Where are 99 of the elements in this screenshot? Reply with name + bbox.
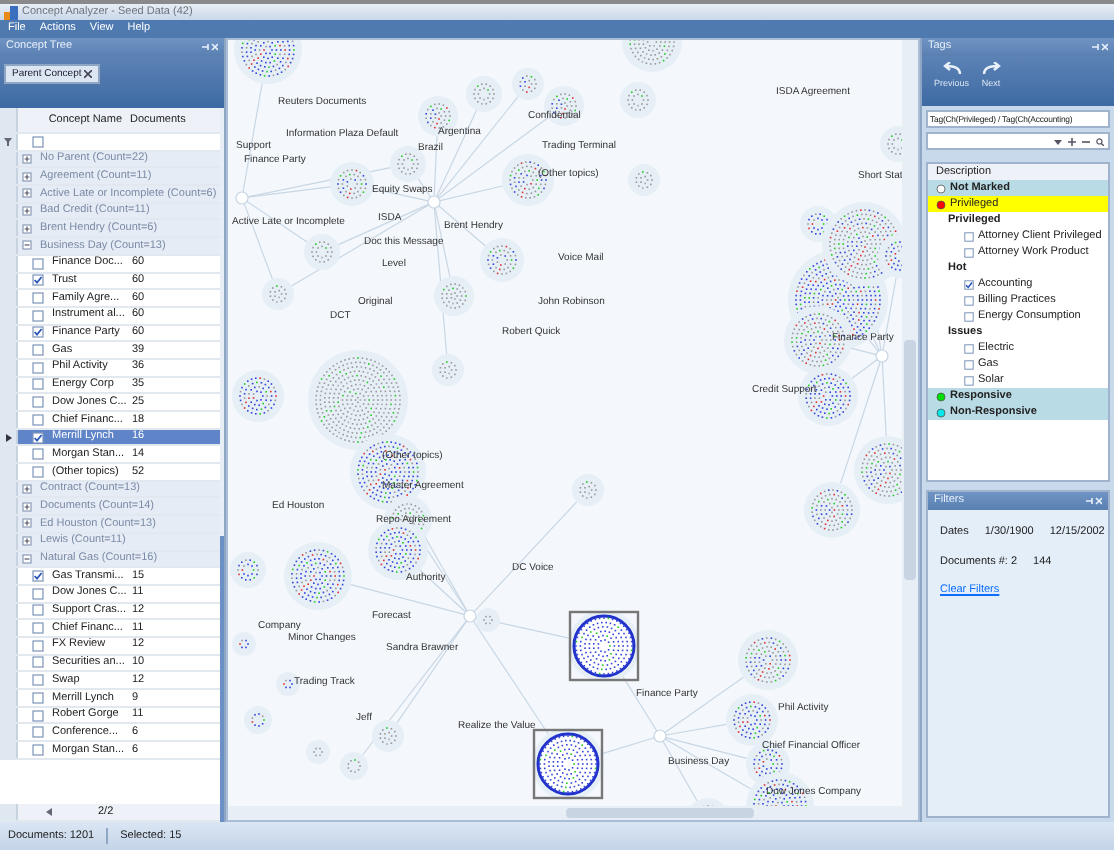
selected-node-cluster[interactable] (532, 728, 604, 800)
checkbox[interactable] (32, 656, 44, 669)
vertical-scrollbar[interactable] (220, 108, 224, 822)
node-cluster[interactable] (476, 608, 500, 632)
node-cluster[interactable] (234, 40, 302, 84)
vertical-scrollbar[interactable] (902, 40, 918, 820)
pin-close-icon[interactable] (200, 42, 218, 52)
expand-icon[interactable] (22, 154, 32, 165)
node-cluster[interactable] (340, 752, 368, 780)
node-cluster[interactable] (232, 632, 256, 656)
checkbox[interactable] (964, 279, 974, 289)
expand-icon[interactable] (22, 206, 32, 217)
checkbox[interactable] (32, 709, 44, 722)
node-cluster[interactable] (854, 436, 902, 504)
checkbox[interactable] (32, 257, 44, 270)
remove-icon[interactable] (1082, 137, 1090, 145)
search-icon[interactable] (1096, 137, 1104, 145)
checkbox[interactable] (964, 375, 974, 385)
hub-node[interactable] (427, 195, 441, 209)
redo-arrow-icon[interactable] (981, 62, 1002, 78)
hub-node[interactable] (235, 191, 249, 205)
node-cluster[interactable] (244, 706, 272, 734)
filter-icon[interactable] (4, 137, 12, 146)
node-cluster[interactable] (434, 276, 474, 316)
checkbox[interactable] (964, 359, 974, 369)
hub-node[interactable] (463, 609, 477, 623)
checkbox[interactable] (32, 448, 44, 461)
checkbox[interactable] (32, 309, 44, 322)
node-cluster[interactable] (306, 740, 330, 764)
node-cluster[interactable] (330, 162, 374, 206)
node-cluster[interactable] (432, 354, 464, 386)
checkbox[interactable] (32, 431, 44, 444)
expand-icon[interactable] (22, 223, 32, 234)
checkbox[interactable] (32, 570, 44, 583)
node-cluster[interactable] (390, 146, 426, 182)
checkbox[interactable] (32, 622, 44, 635)
selected-node-cluster[interactable] (568, 610, 640, 682)
checkbox[interactable] (32, 674, 44, 687)
node-cluster[interactable] (480, 238, 524, 282)
hub-node[interactable] (875, 349, 889, 363)
checkbox[interactable] (964, 311, 974, 321)
pin-close-icon[interactable] (1090, 42, 1108, 52)
checkbox[interactable] (32, 344, 44, 357)
node-cluster[interactable] (232, 370, 284, 422)
checkbox[interactable] (32, 396, 44, 409)
node-cluster[interactable] (804, 482, 860, 538)
expand-icon[interactable] (22, 501, 32, 512)
node-cluster[interactable] (372, 720, 404, 752)
checkbox[interactable] (964, 295, 974, 305)
checkbox[interactable] (32, 726, 44, 739)
node-cluster[interactable] (466, 76, 502, 112)
checkbox[interactable] (32, 639, 44, 652)
edge-line (601, 737, 655, 755)
pin-close-icon[interactable] (1084, 496, 1102, 506)
checkbox[interactable] (32, 292, 44, 305)
checkbox[interactable] (32, 604, 44, 617)
expand-icon[interactable] (22, 536, 32, 547)
undo-arrow-icon[interactable] (941, 62, 962, 78)
hub-node[interactable] (653, 729, 667, 743)
expand-icon[interactable] (22, 171, 32, 182)
node-cluster[interactable] (738, 630, 798, 690)
checkbox[interactable] (32, 743, 44, 756)
checkbox[interactable] (32, 587, 44, 600)
checkbox[interactable] (32, 361, 44, 374)
node-cluster[interactable] (230, 552, 266, 588)
checkbox[interactable] (32, 378, 44, 391)
node-cluster[interactable] (308, 350, 408, 450)
checkbox[interactable] (32, 274, 44, 287)
edge-line (473, 501, 578, 613)
node-cluster[interactable] (622, 40, 682, 72)
node-cluster[interactable] (572, 474, 604, 506)
previous-page-icon[interactable] (46, 808, 54, 817)
dropdown-icon[interactable] (1054, 137, 1062, 145)
checkbox[interactable] (964, 247, 974, 257)
collapse-icon[interactable] (22, 553, 32, 564)
expand-icon[interactable] (22, 188, 32, 199)
checkbox[interactable] (32, 691, 44, 704)
checkbox[interactable] (32, 465, 44, 478)
node-cluster[interactable] (284, 542, 352, 610)
node-cluster[interactable] (628, 164, 660, 196)
node-cluster[interactable] (620, 82, 656, 118)
add-icon[interactable] (1068, 137, 1076, 145)
node-cluster[interactable] (512, 68, 544, 100)
expand-icon[interactable] (22, 518, 32, 529)
row-pointer-icon (5, 433, 11, 442)
collapse-icon[interactable] (22, 240, 32, 251)
filter-checkbox[interactable] (32, 135, 44, 148)
close-icon[interactable] (84, 69, 93, 78)
node-cluster[interactable] (878, 234, 902, 278)
node-cluster[interactable] (262, 278, 294, 310)
checkbox[interactable] (964, 343, 974, 353)
app-logo-icon (4, 5, 18, 19)
expand-icon[interactable] (22, 484, 32, 495)
checkbox[interactable] (32, 413, 44, 426)
horizontal-scrollbar[interactable] (228, 806, 902, 820)
node-cluster[interactable] (304, 234, 340, 270)
node-cluster[interactable] (880, 126, 902, 162)
checkbox[interactable] (32, 326, 44, 339)
checkbox[interactable] (964, 231, 974, 241)
